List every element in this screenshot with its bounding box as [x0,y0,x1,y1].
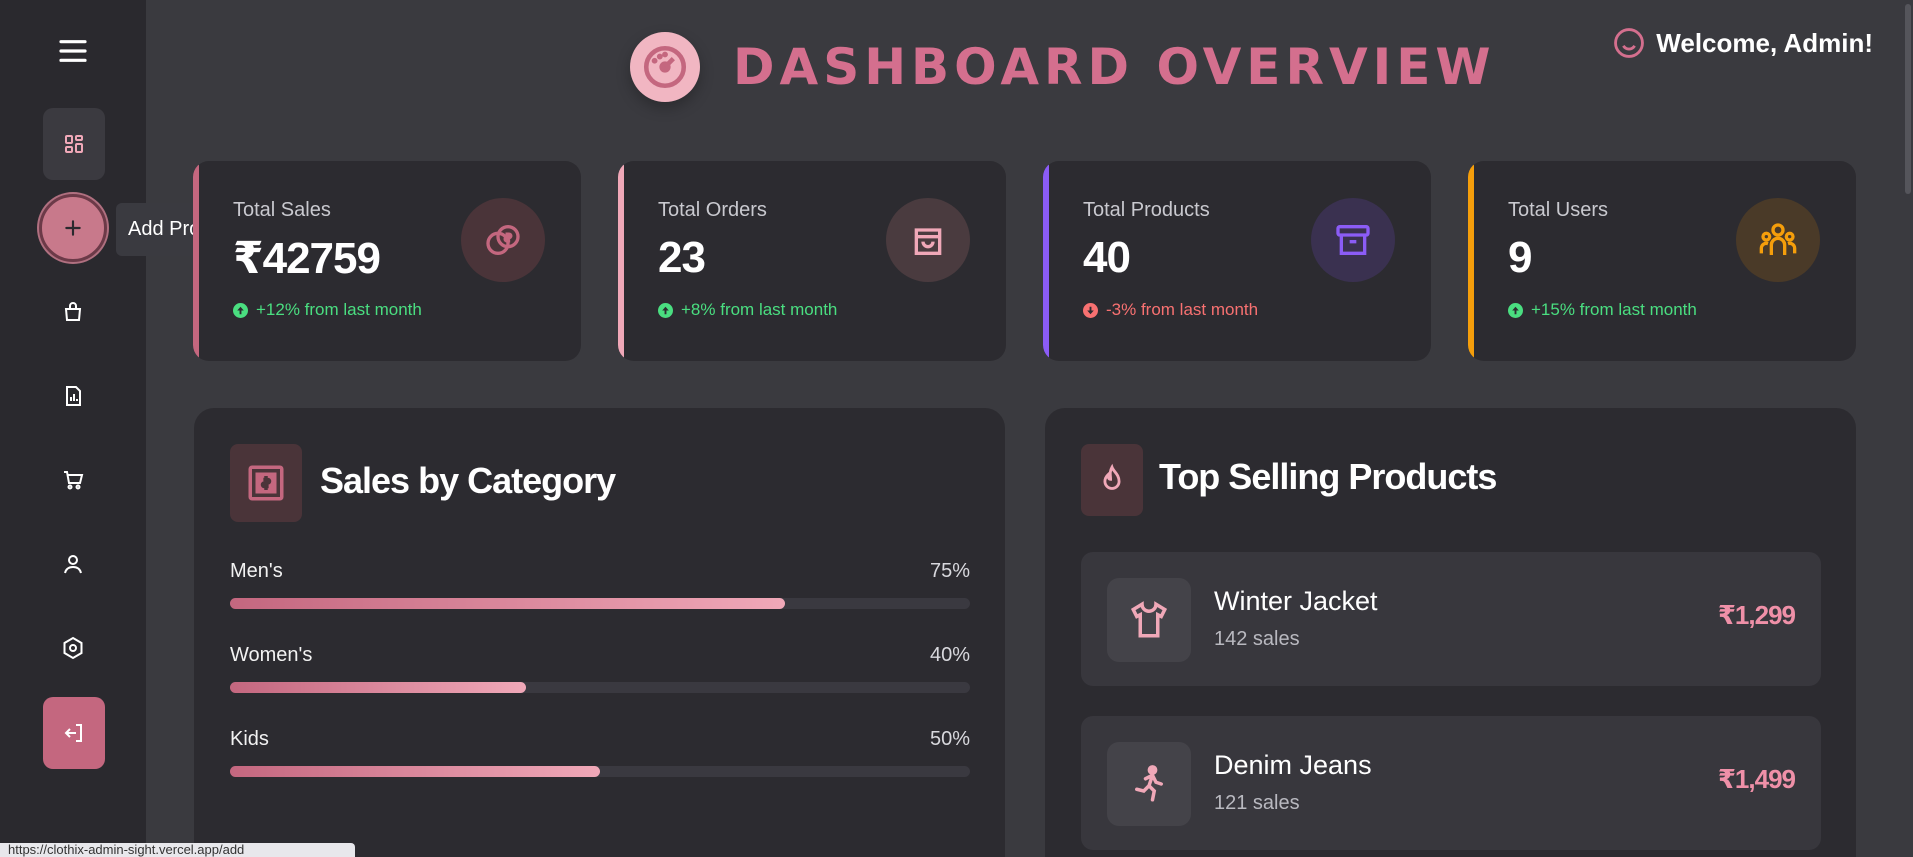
status-bar-url: https://clothix-admin-sight.vercel.app/a… [0,843,355,857]
sidebar [0,0,146,857]
product-name: Winter Jacket [1214,586,1378,616]
stat-card-total-orders: Total Orders 23 +8% from last month [618,161,1006,361]
money-icon [230,444,302,522]
sidebar-item-dashboard[interactable] [43,108,105,180]
cart-icon [64,471,84,490]
stat-label: Total Orders [658,199,767,221]
smile-icon [1614,28,1645,58]
trend-up-icon [1508,302,1523,318]
product-row[interactable]: Winter Jacket 142 sales ₹1,299 [1081,552,1821,686]
sidebar-item-add-product[interactable] [39,194,107,262]
stat-card-total-products: Total Products 40 -3% from last month [1043,161,1431,361]
menu-icon [59,40,87,62]
user-icon [64,555,82,574]
category-percent: 50% [929,728,970,750]
stat-value: 23 [658,233,706,282]
scrollbar-thumb[interactable] [1905,4,1911,194]
category-progress-track [230,682,970,693]
trend-up-icon [233,302,248,318]
category-progress-fill [230,598,785,609]
category-percent: 40% [929,644,970,666]
stat-change-text: +8% from last month [681,300,838,319]
settings-icon [63,636,83,660]
stat-change: +8% from last month [658,300,837,320]
shopping-bag-icon [64,302,82,321]
stat-accent [1043,161,1049,361]
menu-button[interactable] [43,20,103,82]
stat-card-total-sales: Total Sales ₹42759 +12% from last month [193,161,581,361]
stat-accent [618,161,624,361]
stat-change-text: +15% from last month [1531,300,1697,319]
coins-icon [461,198,545,282]
sidebar-item-settings[interactable] [43,618,103,678]
welcome-message: Welcome, Admin! [1612,26,1873,60]
category-progress-fill [230,766,600,777]
stat-change: +15% from last month [1508,300,1697,320]
stat-value: ₹42759 [233,234,381,283]
product-name: Denim Jeans [1214,750,1372,780]
product-sales: 121 sales [1214,792,1300,814]
users-icon [1736,198,1820,282]
category-name: Men's [230,560,283,582]
product-sales: 142 sales [1214,628,1300,650]
stat-label: Total Sales [233,199,331,221]
archive-icon [1311,198,1395,282]
stat-change-text: +12% from last month [256,300,422,319]
fire-icon [1081,444,1143,516]
page-title: DASHBOARD OVERVIEW [733,38,1496,96]
stat-value: 9 [1508,233,1533,282]
stat-change: -3% from last month [1083,300,1258,320]
sidebar-item-logout[interactable] [43,697,105,769]
product-row[interactable]: Denim Jeans 121 sales ₹1,499 [1081,716,1821,850]
category-progress-track [230,766,970,777]
stat-accent [1468,161,1474,361]
trend-down-icon [1083,302,1098,318]
stat-card-total-users: Total Users 9 +15% from last month [1468,161,1856,361]
product-price: ₹1,499 [1717,764,1796,794]
stat-change: +12% from last month [233,300,422,320]
category-progress-track [230,598,970,609]
welcome-text: Welcome, Admin! [1656,27,1873,58]
category-progress-fill [230,682,526,693]
dashboard-icon [65,135,83,153]
stat-value: 40 [1083,233,1131,282]
product-price: ₹1,299 [1717,600,1796,630]
plus-icon [65,220,81,236]
category-percent: 75% [929,560,970,582]
top-selling-panel: Top Selling Products Winter Jacket 142 s… [1045,408,1856,857]
top-selling-title: Top Selling Products [1159,456,1497,497]
sales-by-category-title: Sales by Category [320,460,616,501]
page-scrollbar[interactable] [1903,0,1913,857]
sidebar-item-reports[interactable] [43,366,103,426]
sidebar-item-products[interactable] [43,282,103,342]
sidebar-item-users[interactable] [43,534,103,594]
trend-up-icon [658,302,673,318]
speedometer-icon [630,32,700,102]
running-icon [1107,742,1191,826]
stat-label: Total Products [1083,199,1210,221]
stat-label: Total Users [1508,199,1609,221]
shirt-icon [1107,578,1191,662]
category-name: Kids [230,728,269,750]
stat-accent [193,161,199,361]
category-name: Women's [230,644,313,666]
sidebar-item-orders[interactable] [43,450,103,510]
stat-change-text: -3% from last month [1106,300,1259,319]
logout-icon [64,724,82,742]
sales-by-category-panel: Sales by Category Men's 75% Women's 40% … [194,408,1005,857]
bag-icon [886,198,970,282]
report-icon [66,386,81,406]
